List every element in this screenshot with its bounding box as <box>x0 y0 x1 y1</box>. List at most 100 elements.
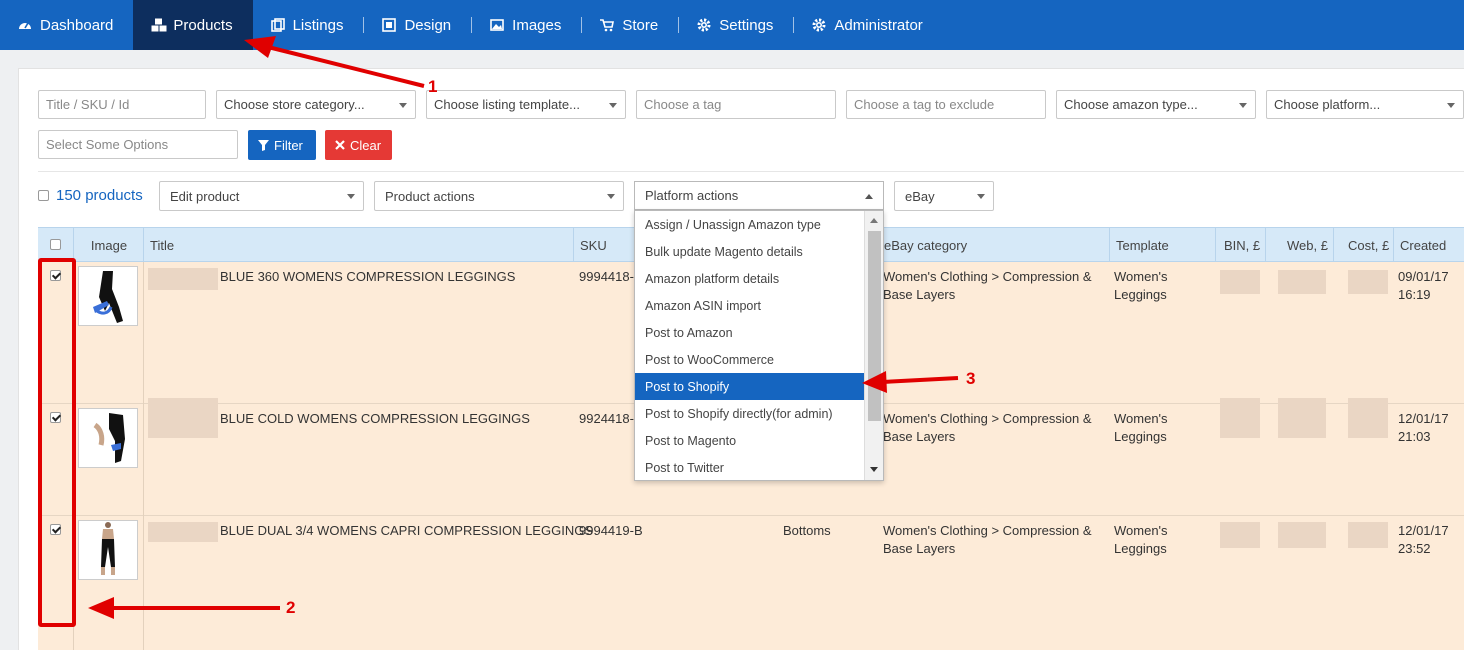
cubes-icon <box>151 18 167 32</box>
blurred-value <box>1348 522 1388 548</box>
nav-store[interactable]: Store <box>582 0 678 50</box>
header-checkbox[interactable] <box>50 239 61 250</box>
highlight-box <box>38 258 76 627</box>
platform-select[interactable]: Choose platform... <box>1266 90 1464 119</box>
cell-divider <box>143 262 144 404</box>
menu-item-post-to-amazon[interactable]: Post to Amazon <box>635 319 864 346</box>
product-thumbnail[interactable] <box>78 520 138 580</box>
menu-item-bulk-update-magento[interactable]: Bulk update Magento details <box>635 238 864 265</box>
product-actions-select[interactable]: Product actions <box>374 181 624 211</box>
blurred-value <box>1348 270 1388 294</box>
menu-item-post-to-woocommerce[interactable]: Post to WooCommerce <box>635 346 864 373</box>
ebay-category: Women's Clothing > Compression & Base Lay… <box>883 411 1092 444</box>
nav-settings[interactable]: Settings <box>679 0 793 50</box>
store-category-select[interactable]: Choose store category... <box>216 90 416 119</box>
blurred-value <box>1278 270 1326 294</box>
select-all-checkbox[interactable] <box>38 190 49 201</box>
top-navigation: Dashboard Products Listings Design Image… <box>0 0 1464 50</box>
product-thumbnail[interactable] <box>78 266 138 326</box>
close-icon <box>335 140 345 150</box>
template-link[interactable]: Women's Leggings <box>1114 410 1168 446</box>
blurred-image <box>148 398 218 438</box>
menu-item-amazon-platform-details[interactable]: Amazon platform details <box>635 265 864 292</box>
filter-icon <box>258 139 269 151</box>
chevron-down-icon <box>1239 103 1247 108</box>
marketplace-select[interactable]: eBay <box>894 181 994 211</box>
listing-template-select[interactable]: Choose listing template... <box>426 90 626 119</box>
product-title[interactable]: BLUE 360 WOMENS COMPRESSION LEGGINGS <box>220 268 515 286</box>
chevron-down-icon <box>977 194 985 199</box>
nav-administrator[interactable]: Administrator <box>794 0 942 50</box>
product-title[interactable]: BLUE DUAL 3/4 WOMENS CAPRI COMPRESSION L… <box>220 522 593 540</box>
product-sku: 9994418- <box>579 269 634 284</box>
leggings-image <box>93 413 125 463</box>
leggings-image <box>101 522 115 575</box>
amazon-type-select[interactable]: Choose amazon type... <box>1056 90 1256 119</box>
product-count[interactable]: 150 products <box>56 187 143 204</box>
dashboard-icon <box>18 18 32 32</box>
nav-dashboard[interactable]: Dashboard <box>0 0 133 50</box>
menu-item-post-to-twitter[interactable]: Post to Twitter <box>635 454 864 481</box>
menu-scrollbar[interactable] <box>864 211 883 480</box>
menu-item-assign-amazon-type[interactable]: Assign / Unassign Amazon type <box>635 211 864 238</box>
menu-item-amazon-asin-import[interactable]: Amazon ASIN import <box>635 292 864 319</box>
image-icon <box>490 18 504 32</box>
platform-actions-menu: Assign / Unassign Amazon type Bulk updat… <box>634 210 884 481</box>
template-link[interactable]: Women's Leggings <box>1114 268 1168 304</box>
col-ebay-category[interactable]: eBay category <box>879 228 1110 262</box>
product-title[interactable]: BLUE COLD WOMENS COMPRESSION LEGGINGS <box>220 410 530 428</box>
nav-products[interactable]: Products <box>133 0 253 50</box>
col-template[interactable]: Template <box>1109 228 1216 262</box>
gear-icon <box>697 18 711 32</box>
tag-exclude-input[interactable]: Choose a tag to exclude <box>846 90 1046 119</box>
ebay-category: Women's Clothing > Compression & Base Lay… <box>883 523 1092 556</box>
tag-input[interactable]: Choose a tag <box>636 90 836 119</box>
blurred-value <box>1278 522 1326 548</box>
cell-divider <box>143 516 144 650</box>
clear-button[interactable]: Clear <box>325 130 392 160</box>
edit-product-select[interactable]: Edit product <box>159 181 364 211</box>
leggings-image <box>93 271 123 323</box>
scroll-up-icon[interactable] <box>870 218 878 223</box>
annotation-2: 2 <box>286 598 296 617</box>
blurred-value <box>1278 398 1326 438</box>
template-link[interactable]: Women's Leggings <box>1114 522 1168 558</box>
chevron-down-icon <box>399 103 407 108</box>
platform-actions-select[interactable]: Platform actions <box>634 181 884 210</box>
blurred-image <box>148 268 218 290</box>
col-image: Image <box>73 228 144 262</box>
blurred-value <box>1220 398 1260 438</box>
annotation-1: 1 <box>428 77 438 96</box>
annotation-3: 3 <box>966 369 976 388</box>
nav-listings[interactable]: Listings <box>253 0 364 50</box>
design-icon <box>382 18 397 32</box>
product-thumbnail[interactable] <box>78 408 138 468</box>
product-sku: 9924418- <box>579 411 634 426</box>
chevron-down-icon <box>347 194 355 199</box>
created-date: 12/01/17 21:03 <box>1398 411 1449 444</box>
chevron-down-icon <box>607 194 615 199</box>
blurred-value <box>1348 398 1388 438</box>
table-row[interactable]: BLUE DUAL 3/4 WOMENS CAPRI COMPRESSION L… <box>38 516 1464 650</box>
menu-item-post-to-shopify[interactable]: Post to Shopify <box>635 373 864 400</box>
listings-icon <box>270 18 285 32</box>
col-cost[interactable]: Cost, £ <box>1333 228 1394 262</box>
nav-design[interactable]: Design <box>364 0 471 50</box>
col-web[interactable]: Web, £ <box>1265 228 1334 262</box>
scrollbar-thumb[interactable] <box>868 231 881 421</box>
col-bin[interactable]: BIN, £ <box>1215 228 1266 262</box>
options-multiselect[interactable]: Select Some Options <box>38 130 238 159</box>
blurred-value <box>1220 522 1260 548</box>
chevron-down-icon <box>609 103 617 108</box>
scroll-down-icon[interactable] <box>870 467 878 472</box>
title-sku-input[interactable]: Title / SKU / Id <box>38 90 206 119</box>
cart-icon <box>600 18 615 32</box>
menu-item-post-to-magento[interactable]: Post to Magento <box>635 427 864 454</box>
filter-button[interactable]: Filter <box>248 130 316 160</box>
chevron-down-icon <box>1447 103 1455 108</box>
chevron-up-icon <box>865 194 873 199</box>
col-created[interactable]: Created <box>1393 228 1464 262</box>
col-title[interactable]: Title <box>143 228 573 262</box>
nav-images[interactable]: Images <box>472 0 581 50</box>
menu-item-post-to-shopify-directly[interactable]: Post to Shopify directly(for admin) <box>635 400 864 427</box>
